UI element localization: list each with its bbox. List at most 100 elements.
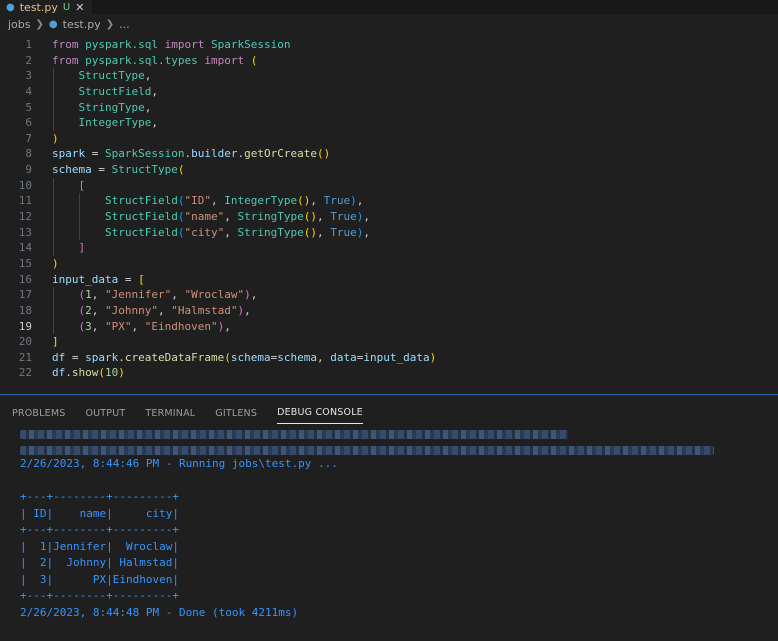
code-editor[interactable]: 1 from pyspark.sql import SparkSession 2 fr… <box>0 37 778 384</box>
line-number: 18 <box>18 303 32 317</box>
console-done-line: 2/26/2023, 8:44:48 PM - Done (took 4211m… <box>20 605 299 619</box>
indent-guide <box>53 83 54 100</box>
code-line[interactable]: 18 (2, "Johnny", "Halmstad"), <box>0 302 778 319</box>
console-table-line: | 3| PX|Eindhoven| <box>20 572 179 586</box>
tab-gitlens[interactable]: GITLENS <box>215 408 257 424</box>
line-number: 2 <box>25 53 32 67</box>
code-line[interactable]: 5 StringType, <box>0 99 778 116</box>
code-text: StructType, <box>78 69 152 83</box>
python-file-icon: ● <box>48 18 58 30</box>
code-text: [ <box>78 178 86 192</box>
line-number: 23 <box>0 381 32 384</box>
line-number: 3 <box>25 69 32 83</box>
code-line[interactable]: 6 IntegerType, <box>0 115 778 131</box>
code-text: StringType, <box>78 100 152 114</box>
line-number: 4 <box>25 84 32 98</box>
redacted-line <box>20 430 568 439</box>
tab-debug-console[interactable]: DEBUG CONSOLE <box>277 407 363 424</box>
indent-guide <box>53 240 54 256</box>
line-number: 5 <box>25 100 32 114</box>
close-icon[interactable]: ✕ <box>75 1 84 14</box>
console-table-line: | 1|Jennifer| Wroclaw| <box>20 539 179 553</box>
code-text: ] <box>78 241 86 255</box>
code-line[interactable]: 20] <box>0 334 778 350</box>
code-line[interactable]: 1 from pyspark.sql import SparkSession <box>0 37 778 53</box>
chevron-right-icon: ❯ <box>35 18 44 30</box>
line-number: 17 <box>18 288 32 302</box>
code-text: (3, "PX", "Eindhoven"), <box>78 319 231 333</box>
code-text: ) <box>52 131 59 145</box>
panel-tabs: PROBLEMS OUTPUT TERMINAL GITLENS DEBUG C… <box>0 396 778 424</box>
code-line[interactable]: 9 schema = StructType( <box>0 162 778 178</box>
redacted-line <box>20 446 714 455</box>
python-file-icon: ● <box>6 1 15 13</box>
indent-guide <box>53 68 54 84</box>
code-line[interactable]: 2 from pyspark.sql.types import ( <box>0 53 778 69</box>
code-line[interactable]: 21 df = spark.createDataFrame(schema=sche… <box>0 350 778 366</box>
line-number: 1 <box>25 38 32 51</box>
indent-guide <box>79 209 80 225</box>
line-number: 13 <box>18 225 32 239</box>
editor-tab-test-py[interactable]: ● test.py U ✕ <box>0 0 92 14</box>
tab-filename: test.py <box>19 0 58 14</box>
indent-guide <box>79 193 80 210</box>
code-text: StructField, <box>78 84 158 98</box>
code-line[interactable]: 12 StructField("name", StringType(), Tru… <box>0 209 778 225</box>
breadcrumb: jobs ❯ ● test.py ❯ ... <box>0 14 778 34</box>
tab-terminal[interactable]: TERMINAL <box>145 408 195 424</box>
console-table-line: +---+--------+---------+ <box>20 589 179 602</box>
code-line[interactable]: 23 <box>0 381 778 384</box>
indent-guide <box>53 177 54 194</box>
line-number: 6 <box>25 116 32 130</box>
code-line[interactable]: 17 (1, "Jennifer", "Wroclaw"), <box>0 287 778 303</box>
code-text: (1, "Jennifer", "Wroclaw"), <box>78 288 258 302</box>
code-text: StructField("name", StringType(), True), <box>104 210 370 224</box>
line-number: 14 <box>18 241 32 255</box>
code-line[interactable]: 8 spark = SparkSession.builder.getOrCreat… <box>0 146 778 162</box>
chevron-right-icon: ❯ <box>105 18 115 30</box>
code-line[interactable]: 14 ] <box>0 240 778 256</box>
indent-guide <box>79 224 80 241</box>
indent-guide <box>53 115 54 131</box>
code-text: (2, "Johnny", "Halmstad"), <box>78 303 251 317</box>
bottom-panel: PROBLEMS OUTPUT TERMINAL GITLENS DEBUG C… <box>0 394 778 641</box>
code-line[interactable]: 7) <box>0 131 778 147</box>
code-line[interactable]: 16 input_data = [ <box>0 272 778 288</box>
line-number: 21 <box>18 350 32 364</box>
tab-problems[interactable]: PROBLEMS <box>12 408 65 424</box>
line-number: 20 <box>18 335 32 349</box>
code-line[interactable]: 15) <box>0 256 778 272</box>
line-number: 7 <box>25 131 32 145</box>
breadcrumb-more[interactable]: ... <box>119 18 130 31</box>
indent-guide <box>53 209 54 225</box>
code-line[interactable]: 3 StructType, <box>0 68 778 84</box>
line-number: 12 <box>18 210 32 224</box>
line-number: 8 <box>25 147 32 161</box>
code-text: from pyspark.sql.types import ( <box>52 53 258 67</box>
breadcrumb-folder[interactable]: jobs <box>8 18 31 31</box>
indent-guide <box>53 193 54 210</box>
code-text: schema = StructType( <box>52 163 185 177</box>
console-table-line: +---+--------+---------+ <box>20 490 179 503</box>
code-line[interactable]: 19 (3, "PX", "Eindhoven"), <box>0 318 778 335</box>
code-text: StructField("ID", IntegerType(), True), <box>104 194 364 208</box>
debug-console-output: 2/26/2023, 8:44:46 PM - Running jobs\tes… <box>20 426 778 621</box>
code-text: input_data = [ <box>52 272 145 286</box>
console-table-line: +---+--------+---------+ <box>20 523 179 536</box>
code-line[interactable]: 22 df.show(10) <box>0 365 778 381</box>
code-text: df.show(10) <box>52 366 125 380</box>
code-text: ) <box>52 256 59 270</box>
code-line[interactable]: 11 StructField("ID", IntegerType(), True… <box>0 193 778 210</box>
indent-guide <box>53 99 54 116</box>
code-line[interactable]: 10 [ <box>0 177 778 194</box>
panel-divider <box>0 394 778 395</box>
code-line[interactable]: 4 StructField, <box>0 83 778 100</box>
breadcrumb-file[interactable]: test.py <box>63 18 101 31</box>
line-number: 9 <box>25 163 32 177</box>
tab-output[interactable]: OUTPUT <box>85 408 125 424</box>
code-text: spark = SparkSession.builder.getOrCreate… <box>52 147 331 161</box>
console-running-line: 2/26/2023, 8:44:46 PM - Running jobs\tes… <box>20 457 338 470</box>
line-number: 10 <box>18 178 32 192</box>
code-line[interactable]: 13 StructField("city", StringType(), Tru… <box>0 224 778 241</box>
